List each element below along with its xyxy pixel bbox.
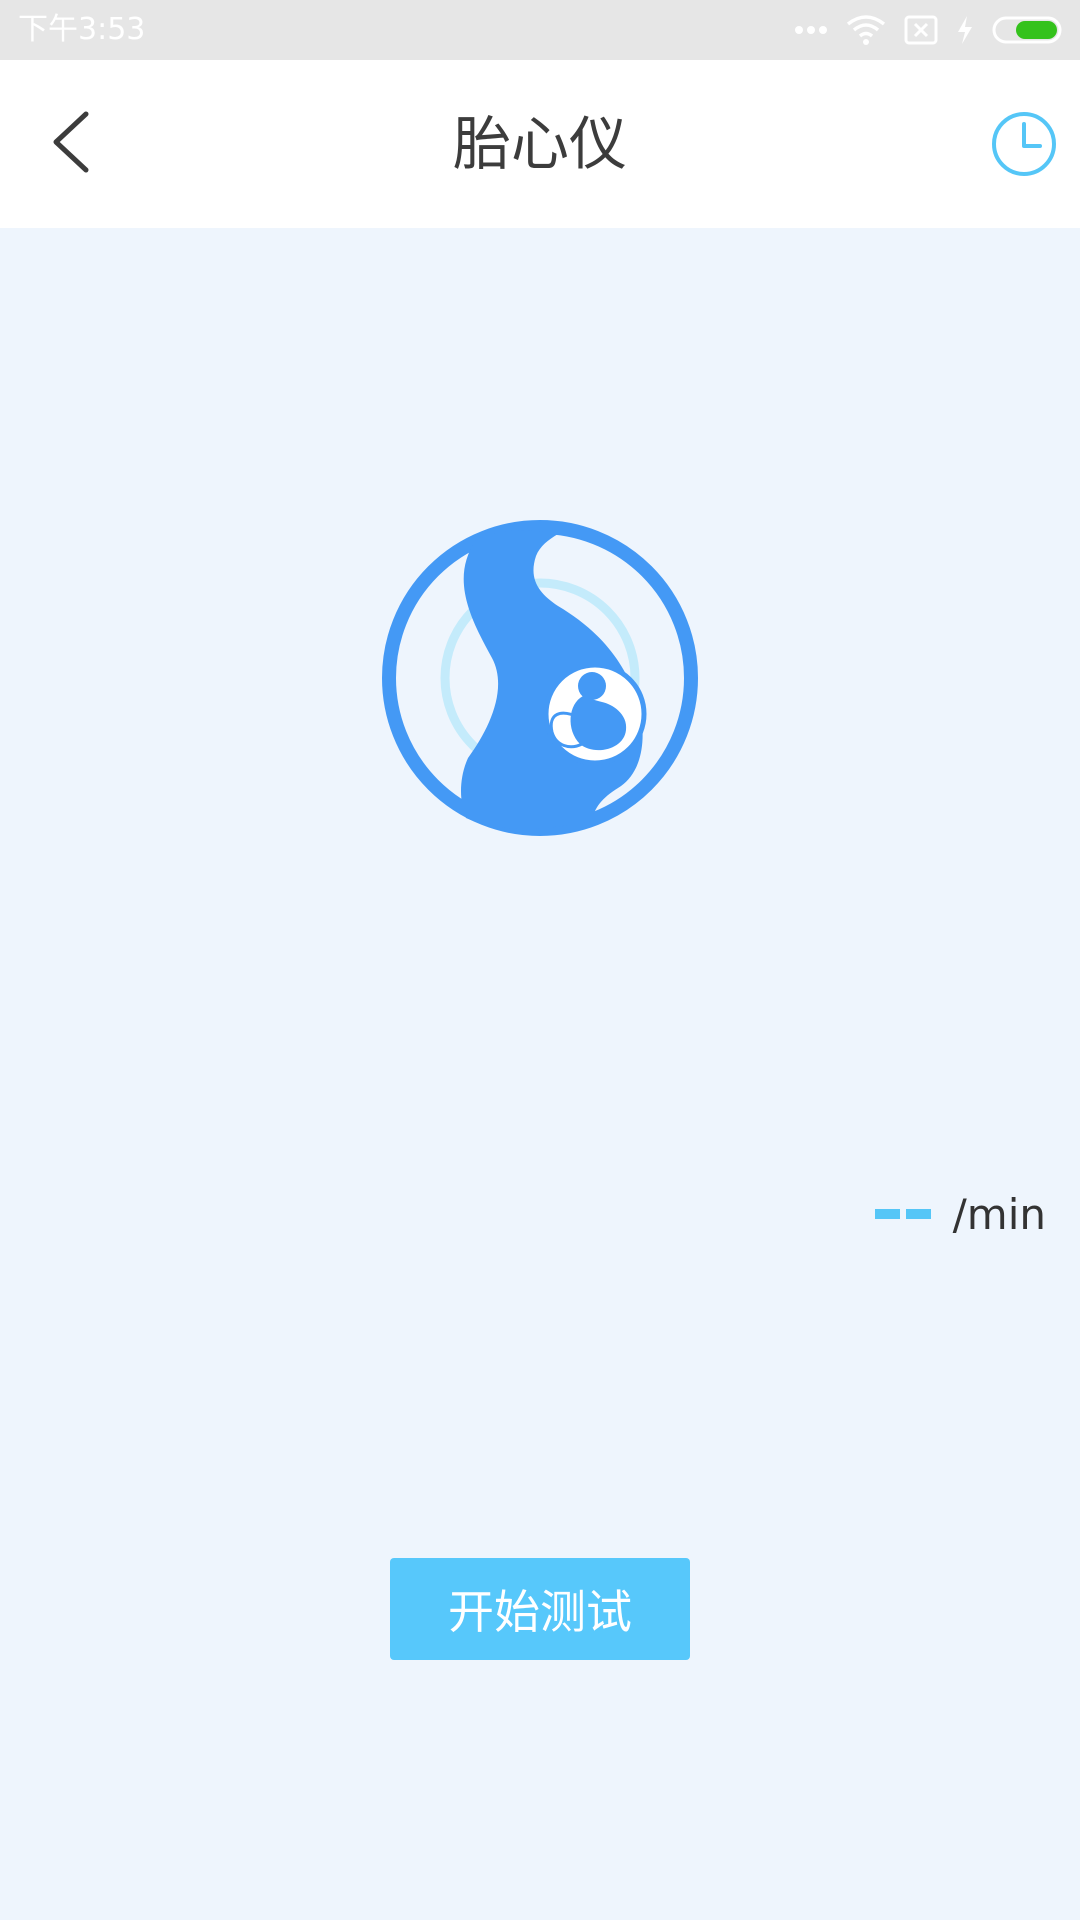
- battery-icon: [992, 16, 1062, 44]
- status-bar: 下午3:53: [0, 0, 1080, 60]
- back-button[interactable]: [30, 104, 110, 184]
- status-icons: [794, 10, 1062, 50]
- heart-rate-readout: -- /min: [874, 1190, 1046, 1240]
- clock-icon: [990, 112, 1058, 182]
- page-title: 胎心仪: [452, 110, 627, 178]
- heart-rate-value: --: [874, 1209, 931, 1221]
- history-button[interactable]: [990, 110, 1058, 178]
- app-header: 胎心仪: [0, 60, 1080, 228]
- chevron-left-icon: [48, 110, 92, 178]
- charging-icon: [956, 15, 974, 45]
- start-test-button[interactable]: 开始测试: [390, 1558, 690, 1660]
- sim-disabled-icon: [904, 15, 938, 45]
- wifi-icon: [846, 14, 886, 46]
- pregnancy-fetus-icon: [380, 518, 700, 838]
- heart-rate-dash: [905, 1209, 931, 1219]
- more-dots-icon: [794, 25, 828, 35]
- heart-rate-unit: /min: [952, 1190, 1046, 1239]
- heart-rate-dash: [874, 1209, 900, 1219]
- status-time: 下午3:53: [18, 12, 146, 47]
